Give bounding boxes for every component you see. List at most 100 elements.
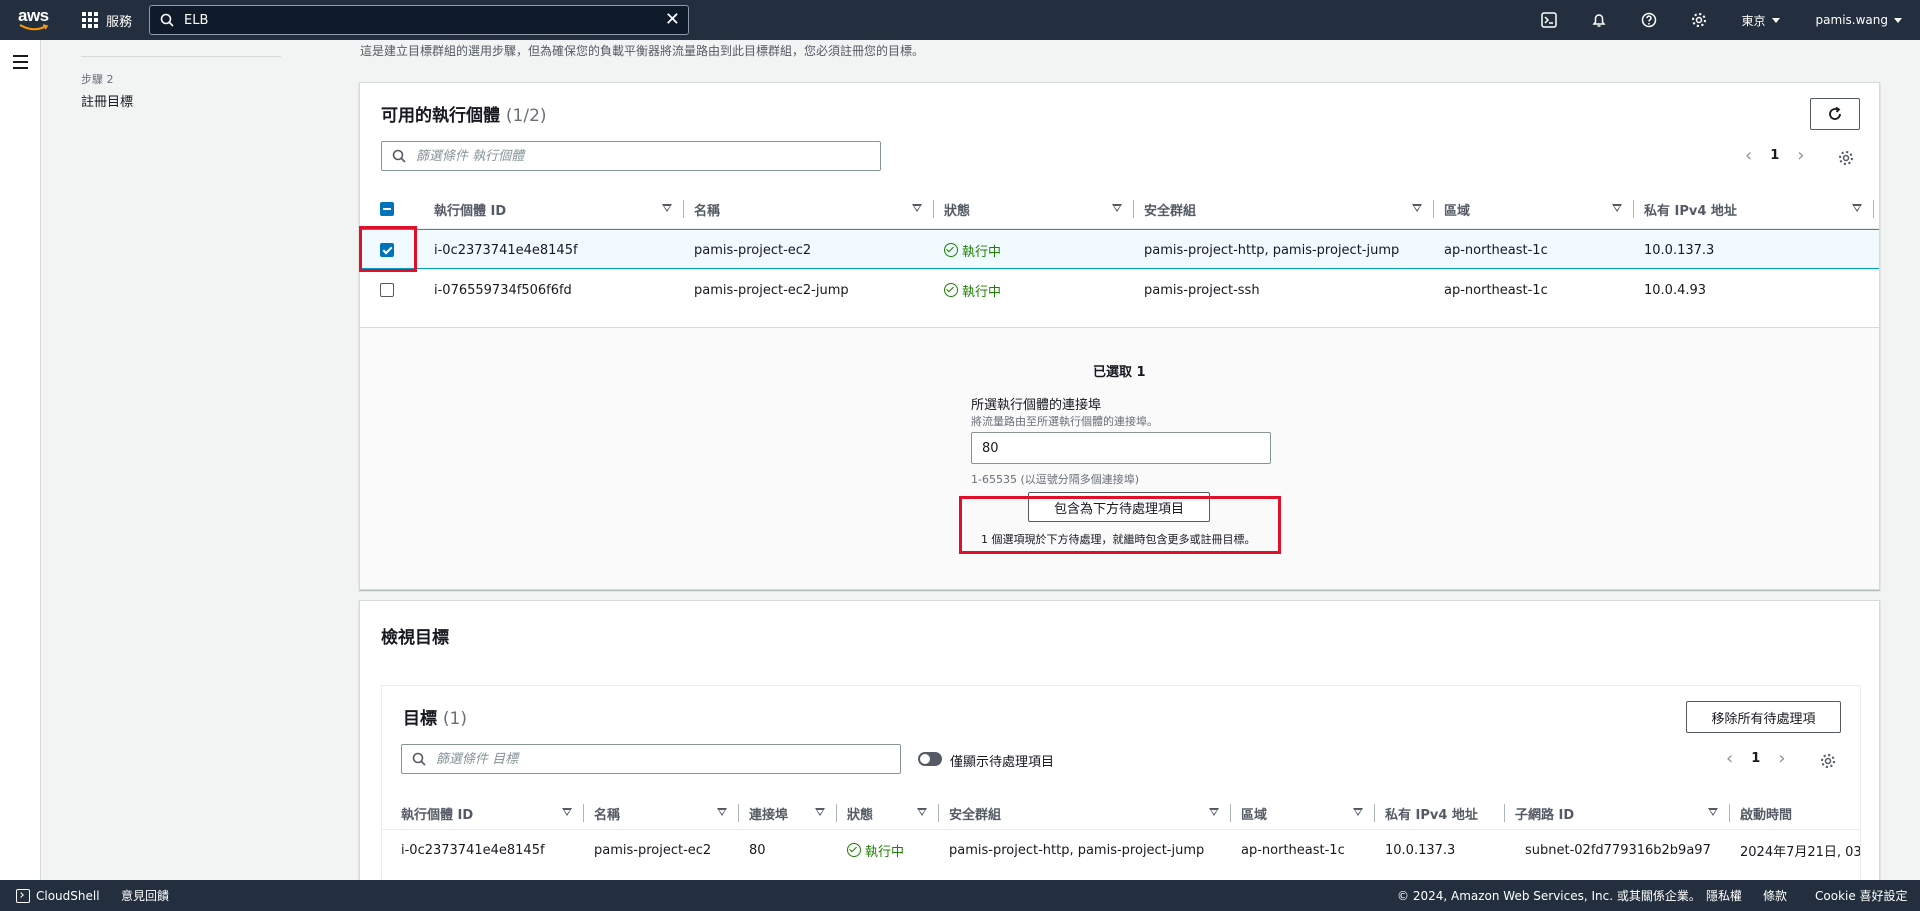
col-launch-time[interactable]: 啟動時間: [1730, 796, 1860, 830]
search-input[interactable]: [182, 11, 642, 29]
cookie-preferences-link[interactable]: Cookie 喜好設定: [1815, 880, 1908, 911]
selected-count: 已選取 1: [1093, 365, 1146, 380]
page-number[interactable]: 1: [1751, 751, 1760, 766]
refresh-button[interactable]: [1810, 98, 1860, 130]
table-row[interactable]: i-076559734f506f6fd pamis-project-ec2-ju…: [360, 270, 1879, 310]
user-label: pamis.wang: [1815, 13, 1888, 27]
port-hint: 1-65535 (以逗號分隔多個連接埠): [971, 473, 1140, 486]
cloudshell-link[interactable]: CloudShell: [16, 880, 100, 911]
chevron-left-icon[interactable]: ‹: [1726, 748, 1733, 769]
instance-zone: ap-northeast-1c: [1444, 282, 1548, 298]
feedback-link[interactable]: 意見回饋: [121, 880, 169, 911]
pending-only-toggle[interactable]: [918, 752, 942, 766]
sort-icon: [1708, 808, 1718, 816]
nav-right: 東京 pamis.wang: [1524, 0, 1920, 40]
instance-status: 執行中: [934, 270, 1001, 310]
step-divider: [81, 56, 281, 57]
search-box[interactable]: ✕: [149, 5, 689, 35]
col-instance-id[interactable]: 執行個體 ID: [401, 796, 584, 830]
targets-filter[interactable]: [401, 744, 901, 774]
instance-ip: 10.0.137.3: [1644, 242, 1715, 258]
help-icon[interactable]: [1624, 0, 1674, 40]
col-port[interactable]: 連接埠: [739, 796, 837, 830]
aws-logo[interactable]: aws: [18, 6, 50, 34]
chevron-right-icon[interactable]: ›: [1797, 145, 1804, 166]
gear-icon[interactable]: [1674, 0, 1724, 40]
cloudshell-icon[interactable]: [1524, 0, 1574, 40]
terms-link[interactable]: 條款: [1763, 880, 1787, 911]
instance-id: i-0c2373741e4e8145f: [434, 242, 578, 258]
sort-icon: [662, 204, 672, 212]
target-launch-time: 2024年7月21日, 03:5: [1740, 844, 1860, 860]
select-all-cell: [380, 189, 410, 229]
col-security-group[interactable]: 安全群組: [939, 796, 1231, 830]
target-status: 執行中: [837, 830, 904, 870]
clear-search-icon[interactable]: ✕: [665, 11, 680, 29]
col-name[interactable]: 名稱: [584, 796, 739, 830]
instances-table-header: 執行個體 ID 名稱 狀態 安全群組 區域 私有 IPv4 地址: [360, 189, 1879, 229]
sort-icon: [815, 808, 825, 816]
selection-section: 已選取 1 所選執行個體的連接埠 將流量路由至所選執行個體的連接埠。 1-655…: [360, 327, 1879, 589]
status-ok-icon: [847, 843, 861, 857]
step-number: 步驟 2: [81, 73, 114, 86]
instances-filter[interactable]: [381, 141, 881, 171]
user-menu[interactable]: pamis.wang: [1798, 13, 1920, 27]
sort-icon: [1852, 204, 1862, 212]
targets-filter-input[interactable]: [434, 750, 854, 768]
col-security-group[interactable]: 安全群組: [1134, 189, 1434, 229]
search-icon: [412, 752, 426, 766]
services-menu[interactable]: 服務: [82, 0, 132, 40]
sort-icon: [717, 808, 727, 816]
services-label: 服務: [106, 14, 133, 30]
top-navigation: aws 服務 ✕ 東京: [0, 0, 1920, 40]
select-all-checkbox[interactable]: [380, 202, 394, 216]
region-selector[interactable]: 東京: [1724, 12, 1798, 29]
table-row[interactable]: i-0c2373741e4e8145f pamis-project-ec2 執行…: [360, 229, 1879, 269]
search-icon: [160, 13, 174, 27]
col-name[interactable]: 名稱: [684, 189, 934, 229]
col-zone[interactable]: 區域: [1434, 189, 1634, 229]
copyright-text: © 2024, Amazon Web Services, Inc. 或其關係企業…: [1397, 889, 1701, 903]
aws-logo-text: aws: [18, 6, 49, 25]
review-targets-panel: 檢視目標 目標 (1) 移除所有待處理項 僅顯示待處理項目 ‹ 1 › 執行個體…: [359, 600, 1880, 895]
targets-count: (1): [442, 709, 468, 729]
port-description: 將流量路由至所選執行個體的連接埠。: [971, 415, 1158, 428]
step-name[interactable]: 註冊目標: [81, 91, 281, 110]
include-pending-button[interactable]: 包含為下方待處理項目: [1028, 492, 1210, 522]
refresh-icon: [1829, 106, 1841, 120]
instances-pagination: ‹ 1 ›: [1745, 145, 1804, 166]
col-instance-id[interactable]: 執行個體 ID: [434, 189, 684, 229]
instances-filter-input[interactable]: [414, 147, 834, 165]
aws-smile-icon: [19, 24, 49, 31]
port-input[interactable]: [971, 432, 1271, 464]
table-row[interactable]: i-0c2373741e4e8145f pamis-project-ec2 80…: [382, 830, 1860, 870]
col-status[interactable]: 狀態: [837, 796, 939, 830]
page-number[interactable]: 1: [1770, 148, 1779, 163]
instance-name: pamis-project-ec2: [694, 242, 812, 258]
instance-security-group: pamis-project-http, pamis-project-jump: [1144, 242, 1400, 258]
instance-ip: 10.0.4.93: [1644, 282, 1707, 298]
intro-text: 這是建立目標群組的選用步驟，但為確保您的負載平衡器將流量路由到此目標群組，您必須…: [360, 44, 925, 58]
target-security-group: pamis-project-http, pamis-project-jump: [949, 842, 1205, 858]
targets-pagination: ‹ 1 ›: [1726, 748, 1785, 769]
preferences-icon[interactable]: [1838, 150, 1854, 170]
chevron-right-icon[interactable]: ›: [1778, 748, 1785, 769]
menu-icon[interactable]: [13, 55, 28, 73]
sort-icon: [562, 808, 572, 816]
instances-title: 可用的執行個體 (1/2): [381, 106, 547, 126]
preferences-icon[interactable]: [1820, 753, 1836, 773]
instance-status: 執行中: [934, 230, 1001, 270]
remove-pending-button[interactable]: 移除所有待處理項: [1686, 701, 1841, 733]
instances-count: (1/2): [505, 106, 547, 126]
col-private-ip[interactable]: 私有 IPv4 地址: [1375, 796, 1505, 830]
col-status[interactable]: 狀態: [934, 189, 1134, 229]
row-checkbox[interactable]: [380, 243, 394, 257]
col-private-ip[interactable]: 私有 IPv4 地址: [1634, 189, 1874, 229]
col-subnet-id[interactable]: 子網路 ID: [1505, 796, 1730, 830]
row-checkbox[interactable]: [380, 283, 394, 297]
privacy-link[interactable]: 隱私權: [1706, 880, 1742, 911]
bell-icon[interactable]: [1574, 0, 1624, 40]
region-label: 東京: [1741, 13, 1766, 28]
col-zone[interactable]: 區域: [1231, 796, 1375, 830]
chevron-left-icon[interactable]: ‹: [1745, 145, 1752, 166]
